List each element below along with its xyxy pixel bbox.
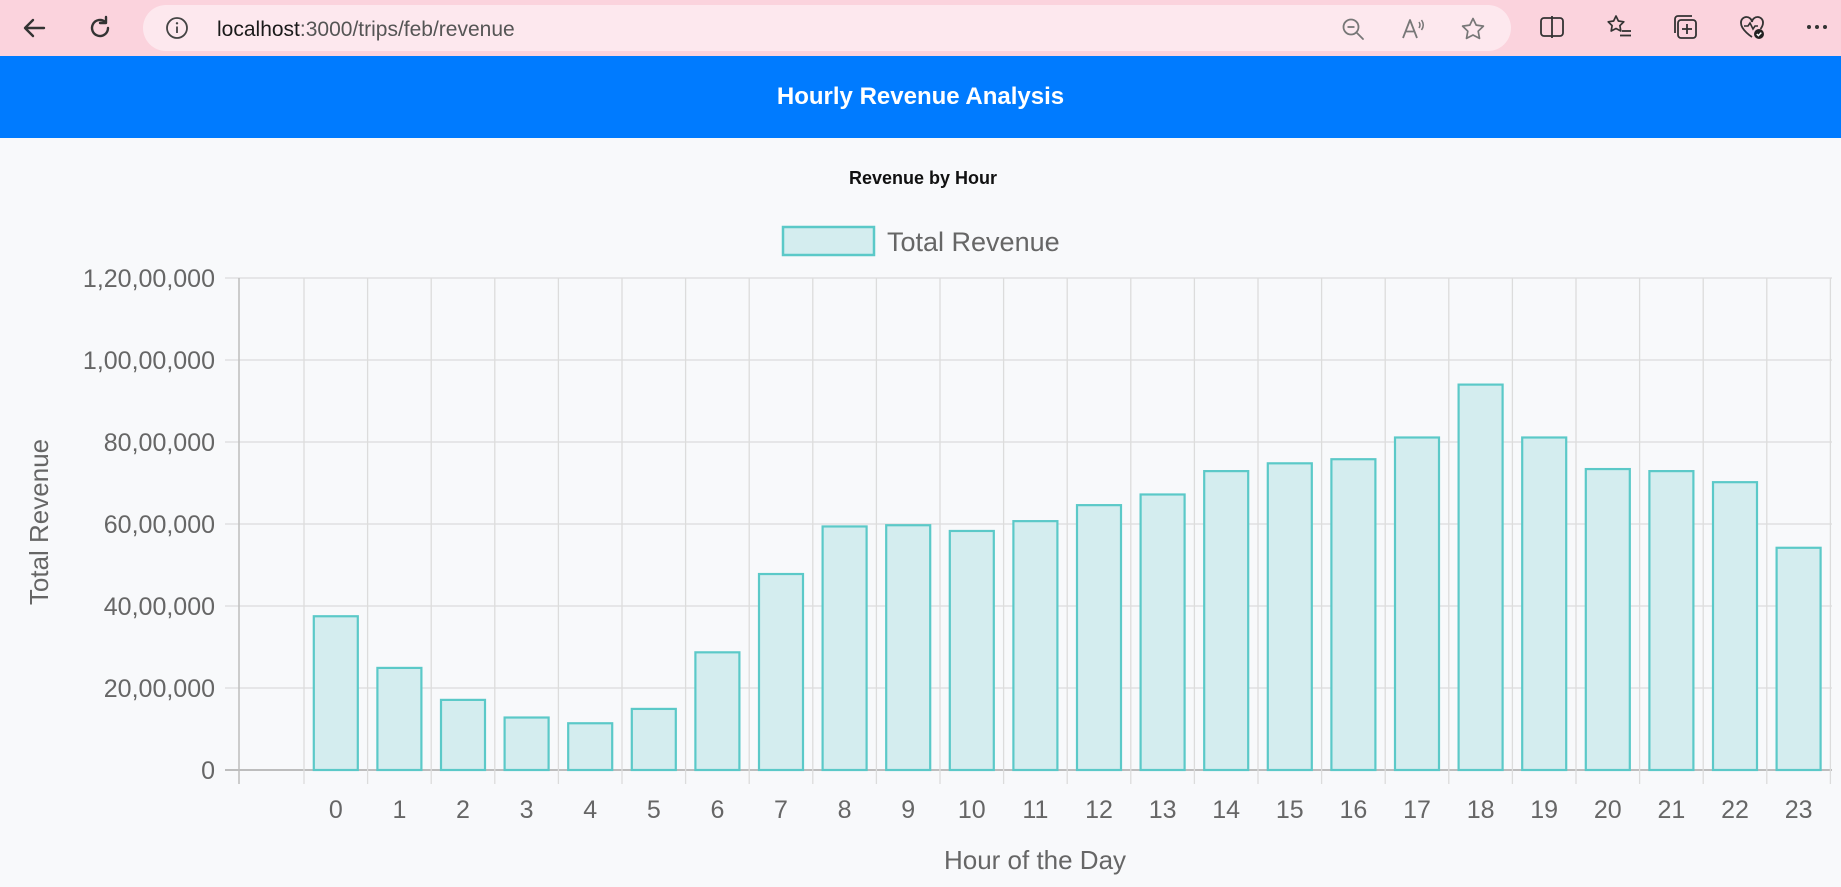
refresh-button[interactable] [80,8,120,48]
back-button[interactable] [14,8,54,48]
bar-hour-7[interactable] [757,572,805,772]
y-tick-label: 0 [201,757,215,785]
url-path: :3000/trips/feb/revenue [299,18,515,41]
x-tick-label: 0 [329,796,343,824]
more-icon[interactable] [1802,12,1832,42]
bar-hour-0[interactable] [312,615,359,772]
x-tick-label: 16 [1339,796,1367,824]
legend-swatch [781,225,876,257]
x-tick-label: 10 [958,796,986,824]
x-tick-label: 9 [901,796,915,824]
x-tick-label: 23 [1785,796,1813,824]
split-screen-icon[interactable] [1537,12,1567,42]
bar-hour-17[interactable] [1393,436,1441,772]
x-tick-label: 18 [1467,796,1495,824]
x-tick-label: 2 [456,796,470,824]
collections-icon[interactable] [1670,12,1700,42]
info-icon[interactable] [165,16,189,40]
x-tick-label: 1 [392,796,406,824]
chart-legend[interactable]: Total Revenue [781,225,1060,257]
x-tick-label: 5 [647,796,661,824]
bar-hour-22[interactable] [1711,481,1759,772]
back-icon [23,18,46,38]
url-host: localhost [217,18,300,41]
bar-hour-14[interactable] [1203,470,1250,772]
x-tick-label: 15 [1276,796,1304,824]
bar-hour-20[interactable] [1584,467,1631,772]
y-tick-label: 1,00,00,000 [83,347,215,375]
y-axis: 0 20,00,000 40,00,000 60,00,000 80,00,000 1,0… [83,265,215,785]
app-header: Hourly Revenue Analysis [0,56,1841,138]
x-tick-label: 21 [1657,796,1685,824]
page-title: Hourly Revenue Analysis [776,83,1065,110]
y-tick-label: 20,00,000 [104,675,215,703]
bar-hour-16[interactable] [1330,458,1377,772]
favorites-icon[interactable] [1604,12,1634,42]
y-axis-label: Total Revenue [24,439,54,605]
bar-hour-3[interactable] [503,716,550,772]
x-tick-label: 19 [1530,796,1558,824]
bar-hour-8[interactable] [821,525,868,772]
bar-hour-12[interactable] [1075,504,1123,772]
address-bar[interactable]: localhost:3000/trips/feb/revenue [143,5,1511,51]
y-tick-label: 1,20,00,000 [83,265,215,293]
x-tick-label: 13 [1149,796,1177,824]
x-axis: 0 1 2 3 4 5 6 7 8 9 10 11 12 13 14 15 16 17 18 19 20 21 22 23 [329,796,1813,824]
x-tick-label: 8 [838,796,852,824]
browser-toolbar: localhost:3000/trips/feb/revenue [0,0,1841,56]
y-tick-label: 80,00,000 [104,429,215,457]
bar-hour-18[interactable] [1457,383,1504,772]
bar-hour-10[interactable] [948,529,995,772]
bar-hour-11[interactable] [1012,520,1059,772]
x-tick-label: 3 [520,796,534,824]
favorite-star-icon[interactable] [1460,16,1486,42]
bar-hour-5[interactable] [630,707,677,772]
x-tick-label: 20 [1594,796,1622,824]
bar-hour-23[interactable] [1775,546,1822,772]
revenue-bar-chart: Revenue by Hour Total Revenue 0 20,00,000… [24,168,1832,875]
bar-hour-13[interactable] [1139,493,1186,772]
y-tick-label: 40,00,000 [104,593,215,621]
read-aloud-icon[interactable] [1400,16,1426,42]
x-tick-label: 4 [583,796,597,824]
x-tick-label: 17 [1403,796,1431,824]
bar-hour-4[interactable] [567,722,614,772]
chart-title: Revenue by Hour [849,168,997,188]
bar-hour-6[interactable] [694,651,741,772]
url-text[interactable]: localhost:3000/trips/feb/revenue [217,18,515,42]
bar-hour-2[interactable] [439,698,487,772]
bar-hour-21[interactable] [1648,470,1695,772]
x-tick-label: 7 [774,796,788,824]
bar-hour-15[interactable] [1266,462,1313,772]
x-axis-label: Hour of the Day [944,845,1126,875]
y-tick-label: 60,00,000 [104,511,215,539]
bar-hour-19[interactable] [1521,436,1568,772]
bar-hour-9[interactable] [885,524,932,772]
x-tick-label: 14 [1212,796,1240,824]
legend-label: Total Revenue [887,227,1060,257]
refresh-icon [90,15,110,38]
x-tick-label: 11 [1022,796,1048,824]
x-tick-label: 12 [1085,796,1113,824]
x-tick-label: 6 [710,796,724,824]
x-tick-label: 22 [1721,796,1749,824]
browser-essentials-icon[interactable] [1737,12,1767,42]
zoom-out-icon[interactable] [1340,16,1366,42]
bar-hour-1[interactable] [376,666,423,772]
